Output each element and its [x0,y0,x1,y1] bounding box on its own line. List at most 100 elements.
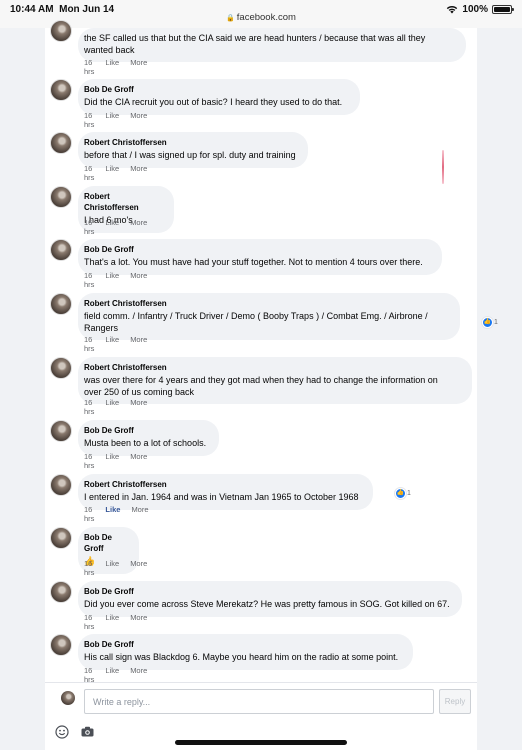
comment-timestamp[interactable]: 16 hrs [84,335,94,353]
commenter-name[interactable]: Robert Christoffersen [84,479,363,490]
like-link[interactable]: Like [105,218,119,236]
commenter-avatar[interactable] [50,527,72,549]
commenter-avatar[interactable] [50,293,72,315]
like-link[interactable]: Like [105,398,119,416]
url-text: facebook.com [236,12,296,23]
reaction-count[interactable]: 👍 1 [395,488,411,499]
reaction-number: 1 [494,319,498,326]
comment-text: His call sign was Blackdog 6. Maybe you … [84,652,399,662]
comment-text: Musta been to a lot of schools. [84,438,207,448]
status-bar: 10:44 AM Mon Jun 14 🔒 facebook.com 100% [0,0,522,28]
comment-timestamp[interactable]: 16 hrs [84,505,94,523]
comment-actions: 16 hrs Like More [84,111,147,129]
address-bar[interactable]: 🔒 facebook.com [0,12,522,23]
thumbs-up-icon: 👍 [395,488,406,499]
home-indicator[interactable] [175,740,347,745]
comment-timestamp[interactable]: 16 hrs [84,613,94,631]
more-link[interactable]: More [130,398,147,416]
comment-actions: 16 hrs Like More [84,58,147,76]
reaction-number: 1 [407,490,411,497]
commenter-avatar[interactable] [50,581,72,603]
comment-text: That's a lot. You must have had your stu… [84,257,423,267]
comment-bubble: Robert Christoffersen before that / I was… [78,132,308,168]
commenter-name[interactable]: Bob De Groff [84,639,403,650]
more-link[interactable]: More [130,218,147,236]
comment-text: the SF called us that but the CIA said w… [84,33,426,43]
more-link[interactable]: More [130,164,147,182]
like-link[interactable]: Like [105,164,119,182]
like-link[interactable]: Like [105,58,119,76]
reply-input[interactable] [84,689,434,714]
more-link[interactable]: More [130,613,147,631]
commenter-avatar[interactable] [50,186,72,208]
comment-timestamp[interactable]: 16 hrs [84,164,94,182]
like-link[interactable]: Like [105,505,120,523]
reply-button[interactable]: Reply [439,689,471,714]
user-avatar [61,691,75,705]
more-link[interactable]: More [130,111,147,129]
comment-actions: 16 hrs Like More [84,613,147,631]
comment-timestamp[interactable]: 16 hrs [84,452,94,470]
comment-text: Rangers [84,322,119,333]
comment-actions: 16 hrs Like More [84,452,147,470]
battery-percent: 100% [462,4,488,15]
comment-actions: 16 hrs Like More [84,505,149,523]
commenter-name[interactable]: Bob De Groff [84,84,350,95]
commenter-name[interactable]: Bob De Groff [84,425,209,436]
commenter-avatar[interactable] [50,357,72,379]
comment-text: Did you ever come across Steve Merekatz?… [84,599,450,609]
commenter-name[interactable]: Robert Christoffersen [84,298,450,309]
thumbs-up-icon: 👍 [482,317,493,328]
comment-timestamp[interactable]: 16 hrs [84,271,94,289]
comment-actions: 16 hrs Like More [84,271,147,289]
comment-text: before that / I was signed up for spl. d… [84,150,296,160]
more-link[interactable]: More [130,452,147,470]
comment-timestamp[interactable]: 16 hrs [84,559,94,577]
commenter-name[interactable]: Robert Christoffersen [84,191,164,213]
comment-bubble: Robert Christoffersen field comm. / Infan… [78,293,498,340]
left-margin [0,28,45,750]
camera-icon[interactable] [81,726,94,737]
comment-text: I entered in Jan. 1964 and was in Vietna… [84,492,359,502]
commenter-name[interactable]: Robert Christoffersen [84,362,462,373]
more-link[interactable]: More [130,559,147,577]
like-link[interactable]: Like [105,111,119,129]
comment-timestamp[interactable]: 16 hrs [84,218,94,236]
commenter-name[interactable]: Bob De Groff [84,586,452,597]
commenter-avatar[interactable] [50,420,72,442]
comment-bubble: Bob De Groff His call sign was Blackdog 6… [78,634,413,670]
comment-actions: 16 hrs Like More [84,164,147,182]
battery-icon [492,5,514,14]
comment-timestamp[interactable]: 16 hrs [84,111,94,129]
like-link[interactable]: Like [105,452,119,470]
commenter-avatar[interactable] [50,79,72,101]
comment-actions: 16 hrs Like More [84,218,147,236]
commenter-avatar[interactable] [50,239,72,261]
commenter-name[interactable]: Bob De Groff [84,244,432,255]
more-link[interactable]: More [131,505,148,523]
commenter-avatar[interactable] [50,20,72,42]
commenter-name[interactable]: Robert Christoffersen [84,137,298,148]
comment-text: over 250 of us coming back [84,386,195,397]
comment-bubble: the SF called us that but the CIA said w… [78,28,466,62]
like-link[interactable]: Like [105,613,119,631]
commenter-avatar[interactable] [50,474,72,496]
comment-timestamp[interactable]: 16 hrs [84,398,94,416]
commenter-name[interactable]: Bob De Groff [84,532,129,554]
comment-bubble: Robert Christoffersen was over there for … [78,357,472,404]
reaction-count[interactable]: 👍 1 [482,317,498,328]
commenter-avatar[interactable] [50,634,72,656]
comment-timestamp[interactable]: 16 hrs [84,58,94,76]
more-link[interactable]: More [130,335,147,353]
like-link[interactable]: Like [105,271,119,289]
right-margin [477,28,522,750]
like-link[interactable]: Like [105,559,119,577]
wifi-icon [447,6,458,14]
comment-bubble: Bob De Groff Musta been to a lot of schoo… [78,420,219,456]
more-link[interactable]: More [130,271,147,289]
more-link[interactable]: More [130,58,147,76]
commenter-avatar[interactable] [50,132,72,154]
scroll-indicator [442,150,444,184]
like-link[interactable]: Like [105,335,119,353]
smile-icon[interactable] [55,725,69,739]
